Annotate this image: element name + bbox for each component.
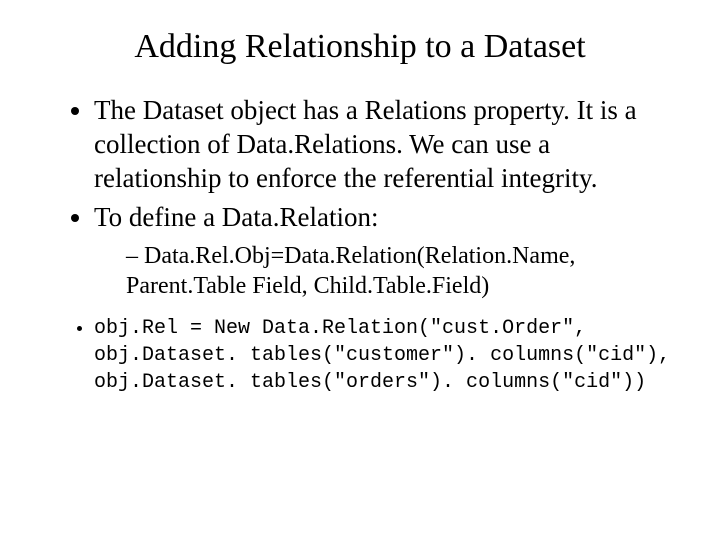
- slide-title: Adding Relationship to a Dataset: [48, 28, 672, 66]
- sub-bullet-item-1: Data.Rel.Obj=Data.Relation(Relation.Name…: [126, 241, 672, 301]
- bullet-item-2-text: To define a Data.Relation:: [94, 202, 379, 232]
- code-bullet-item: obj.Rel = New Data.Relation("cust.Order"…: [94, 315, 672, 396]
- slide: Adding Relationship to a Dataset The Dat…: [0, 0, 720, 540]
- code-bullet-list: obj.Rel = New Data.Relation("cust.Order"…: [48, 315, 672, 396]
- sub-bullet-list: Data.Rel.Obj=Data.Relation(Relation.Name…: [94, 241, 672, 301]
- bullet-list: The Dataset object has a Relations prope…: [48, 94, 672, 301]
- bullet-item-2: To define a Data.Relation: Data.Rel.Obj=…: [94, 201, 672, 301]
- bullet-item-1: The Dataset object has a Relations prope…: [94, 94, 672, 195]
